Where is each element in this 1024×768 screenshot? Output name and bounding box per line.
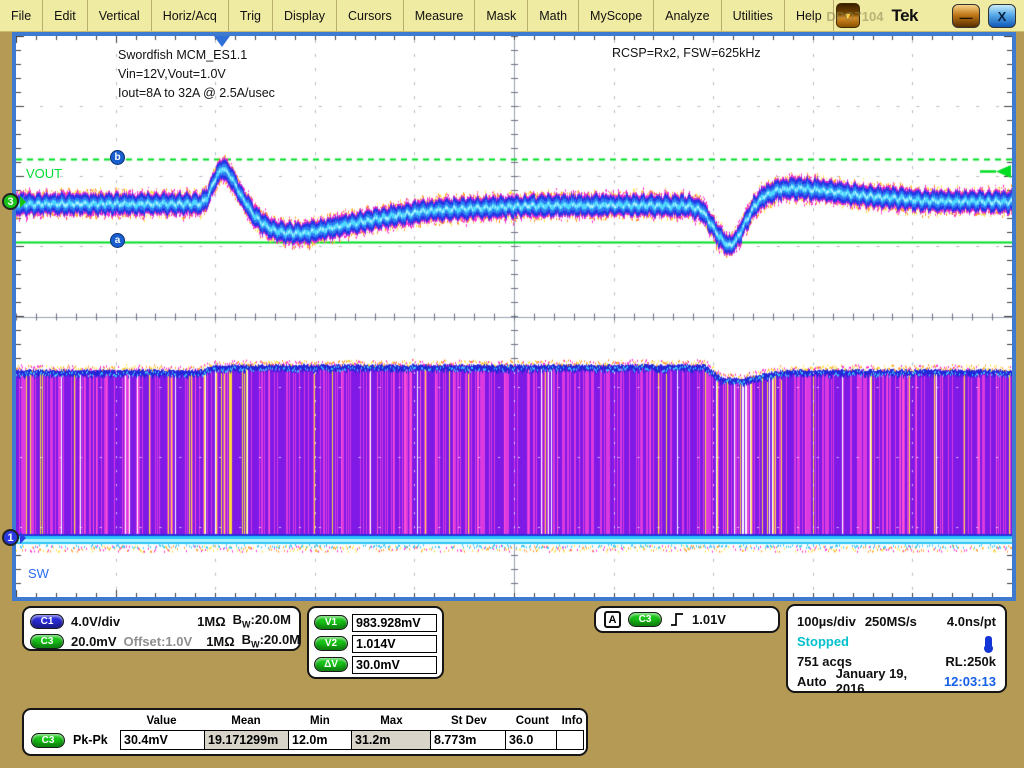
measurement-cell: 8.773m xyxy=(430,730,506,750)
timebase-scale: 100µs/div xyxy=(797,614,856,629)
trigger-mode: Auto xyxy=(797,674,827,689)
menu-item-edit[interactable]: Edit xyxy=(43,0,88,31)
meas-name: Pk-Pk xyxy=(73,733,108,747)
channel-row-c3[interactable]: C3 20.0mV Offset:1.0V 1MΩ BW:20.0M xyxy=(30,632,291,650)
cursor-v2-row: V2 1.014V xyxy=(314,633,437,654)
menu-item-measure[interactable]: Measure xyxy=(404,0,476,31)
channel-3-marker[interactable]: 3 xyxy=(2,193,26,210)
measurement-header: Info xyxy=(558,713,586,730)
titlebar-right: DPO7104 Tek — X xyxy=(826,0,1024,32)
channel-readout-panel[interactable]: C1 4.0V/div 1MΩ BW:20.0M C3 20.0mV Offse… xyxy=(22,606,301,651)
measurement-cell: 12.0m xyxy=(288,730,352,750)
menu-item-cursors[interactable]: Cursors xyxy=(337,0,404,31)
c3-badge[interactable]: C3 xyxy=(30,634,64,649)
measurement-row-label: C3 Pk-Pk xyxy=(24,730,120,750)
annotation-line2: Vin=12V,Vout=1.0V xyxy=(118,65,275,84)
measurement-cell: 19.171299m xyxy=(204,730,289,750)
c1-impedance: 1MΩ xyxy=(197,614,225,629)
menu-bar: FileEditVerticalHoriz/AcqTrigDisplayCurs… xyxy=(0,0,1024,32)
dv-badge[interactable]: ΔV xyxy=(314,657,348,672)
v2-value: 1.014V xyxy=(352,635,437,653)
cursor-a-handle[interactable]: a xyxy=(110,233,125,248)
channel-1-arrow-icon xyxy=(20,532,26,544)
menu-item-myscope[interactable]: MyScope xyxy=(579,0,654,31)
measurement-data-row: C3 Pk-Pk 30.4mV19.171299m12.0m31.2m8.773m3… xyxy=(24,730,586,750)
time-label: 12:03:13 xyxy=(944,674,996,689)
measurement-header: Count xyxy=(507,713,559,730)
acquisition-state: Stopped xyxy=(797,634,849,649)
c3-impedance: 1MΩ xyxy=(206,634,234,649)
vout-trace-label: VOUT xyxy=(26,166,62,181)
annotation-line1: Swordfish MCM_ES1.1 xyxy=(118,46,275,65)
measurement-cell: 31.2m xyxy=(351,730,431,750)
c1-badge[interactable]: C1 xyxy=(30,614,64,629)
sample-resolution: 4.0ns/pt xyxy=(947,614,996,629)
trigger-readout-panel[interactable]: A C3 1.01V xyxy=(594,606,780,633)
record-length: RL:250k xyxy=(945,654,996,669)
c3-scale: 20.0mV xyxy=(71,634,117,649)
sw-trace-label: SW xyxy=(28,566,49,581)
cursor-v1-row: V1 983.928mV xyxy=(314,612,437,633)
scope-display-frame: Swordfish MCM_ES1.1 Vin=12V,Vout=1.0V Io… xyxy=(12,32,1016,601)
close-button[interactable]: X xyxy=(988,4,1016,28)
menu-item-display[interactable]: Display xyxy=(273,0,337,31)
measurement-header: St Dev xyxy=(431,713,506,730)
measurement-header-row: ValueMeanMinMaxSt DevCountInfo xyxy=(24,713,586,730)
trigger-source-badge[interactable]: C3 xyxy=(628,612,662,627)
cursor-readout-panel[interactable]: V1 983.928mV V2 1.014V ΔV 30.0mV xyxy=(307,606,444,679)
window-title: DPO7104 xyxy=(826,9,883,24)
menu-item-utilities[interactable]: Utilities xyxy=(722,0,785,31)
channel-1-marker[interactable]: 1 xyxy=(2,529,26,546)
v1-value: 983.928mV xyxy=(352,614,437,632)
menu-item-vertical[interactable]: Vertical xyxy=(88,0,152,31)
v1-badge[interactable]: V1 xyxy=(314,615,348,630)
measurement-header: Mean xyxy=(204,713,288,730)
channel-row-c1[interactable]: C1 4.0V/div 1MΩ BW:20.0M xyxy=(30,612,291,630)
menu-item-mask[interactable]: Mask xyxy=(475,0,528,31)
measurement-panel[interactable]: ValueMeanMinMaxSt DevCountInfo C3 Pk-Pk 30… xyxy=(22,708,588,756)
waveform-canvas[interactable] xyxy=(16,36,1012,597)
dv-value: 30.0mV xyxy=(352,656,437,674)
annotation-right: RCSP=Rx2, FSW=625kHz xyxy=(612,46,761,60)
menu-item-analyze[interactable]: Analyze xyxy=(654,0,721,31)
timebase-readout-panel[interactable]: 100µs/div 250MS/s 4.0ns/pt Stopped 751 a… xyxy=(786,604,1007,693)
menu-item-math[interactable]: Math xyxy=(528,0,579,31)
menu-item-file[interactable]: File xyxy=(0,0,43,31)
c1-bandwidth: BW:20.0M xyxy=(233,612,291,630)
trigger-position-icon[interactable] xyxy=(214,36,230,47)
measurement-header: Min xyxy=(288,713,352,730)
meas-c3-badge[interactable]: C3 xyxy=(31,733,65,748)
c1-scale: 4.0V/div xyxy=(71,614,120,629)
waveform-pin-icon xyxy=(985,636,992,647)
cursor-b-handle[interactable]: b xyxy=(110,150,125,165)
menu-item-trig[interactable]: Trig xyxy=(229,0,273,31)
menu-item-horizacq[interactable]: Horiz/Acq xyxy=(152,0,229,31)
cursor-dv-row: ΔV 30.0mV xyxy=(314,654,437,675)
rising-edge-icon xyxy=(669,611,685,628)
sample-rate: 250MS/s xyxy=(865,614,917,629)
measurement-cell: 36.0 xyxy=(505,730,557,750)
c3-bandwidth: BW:20.0M xyxy=(242,632,300,650)
measurement-header: Max xyxy=(352,713,431,730)
annotation-line3: Iout=8A to 32A @ 2.5A/usec xyxy=(118,84,275,103)
measurement-cell: 30.4mV xyxy=(120,730,205,750)
date-label: January 19, 2016 xyxy=(836,666,926,696)
minimize-button[interactable]: — xyxy=(952,4,980,28)
measurement-cell xyxy=(556,730,584,750)
menu-bar-items: FileEditVerticalHoriz/AcqTrigDisplayCurs… xyxy=(0,0,834,31)
annotation-left: Swordfish MCM_ES1.1 Vin=12V,Vout=1.0V Io… xyxy=(118,46,275,103)
tek-logo: Tek xyxy=(891,6,918,26)
trigger-a-box: A xyxy=(604,611,621,628)
v2-badge[interactable]: V2 xyxy=(314,636,348,651)
channel-3-arrow-icon xyxy=(20,196,26,208)
c3-offset: Offset:1.0V xyxy=(124,634,193,649)
waveform-plot[interactable]: Swordfish MCM_ES1.1 Vin=12V,Vout=1.0V Io… xyxy=(16,36,1012,597)
measurement-header: Value xyxy=(119,713,203,730)
trigger-level: 1.01V xyxy=(692,612,726,627)
